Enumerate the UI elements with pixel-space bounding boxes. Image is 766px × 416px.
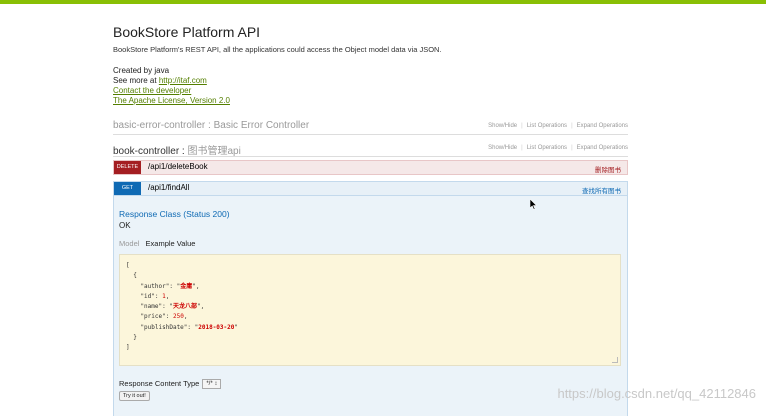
mouse-pointer-icon (529, 197, 538, 215)
created-by: Created by java (113, 66, 170, 75)
show-hide-link[interactable]: Show/Hide (488, 145, 517, 151)
page-description: BookStore Platform's REST API, all the a… (113, 45, 442, 54)
content-type-select[interactable]: */* ↕ (202, 379, 222, 390)
list-operations-link[interactable]: List Operations (527, 145, 567, 151)
example-json: [ { "author": "金庸", "id": 1, "name": "天龙… (126, 262, 238, 352)
controller-description: Basic Error Controller (213, 120, 310, 131)
tab-example-value[interactable]: Example Value (146, 239, 196, 248)
example-name: 天龙八部 (172, 303, 197, 311)
watermark: https://blog.csdn.net/qq_42112846 (557, 386, 756, 401)
content-type-label: Response Content Type (119, 379, 200, 388)
example-value-box[interactable]: [ { "author": "金庸", "id": 1, "name": "天龙… (119, 254, 621, 366)
operation-find-all[interactable]: GET /api1/findAll 查找所有图书 (113, 181, 628, 196)
operation-summary[interactable]: 查找所有图书 (582, 185, 621, 195)
license-link[interactable]: The Apache License, Version 2.0 (113, 96, 230, 105)
operation-summary[interactable]: 删除图书 (595, 164, 621, 174)
operation-path[interactable]: /api1/deleteBook (148, 162, 208, 171)
controller-heading[interactable]: basic-error-controller : Basic Error Con… (113, 120, 309, 131)
example-price: 250 (172, 313, 184, 321)
controller-name[interactable]: book-controller (113, 146, 179, 157)
controller-description: 图书管理api (187, 146, 241, 157)
method-badge-get[interactable]: GET (114, 182, 141, 195)
content-type-value: */* (206, 381, 213, 388)
response-tabs: Model Example Value (119, 239, 195, 248)
contact-developer-link[interactable]: Contact the developer (113, 86, 191, 95)
top-accent-bar (0, 0, 766, 4)
example-author: 金庸 (180, 282, 193, 290)
response-content-type: Response Content Type */* ↕ (119, 379, 222, 390)
controller-name[interactable]: basic-error-controller (113, 120, 205, 131)
expand-operations-link[interactable]: Expand Operations (577, 145, 628, 151)
see-more-line: See more at http://itaf.com (113, 76, 230, 86)
list-operations-link[interactable]: List Operations (527, 123, 567, 129)
see-more-link[interactable]: http://itaf.com (159, 76, 207, 85)
try-it-out-button[interactable]: Try it out! (119, 391, 150, 401)
response-status: OK (119, 221, 131, 230)
tab-model[interactable]: Model (119, 239, 139, 248)
controller-basic-error: basic-error-controller : Basic Error Con… (113, 120, 628, 135)
example-id: 1 (162, 292, 166, 300)
response-class-title: Response Class (Status 200) (119, 209, 230, 219)
api-info: Created by java See more at http://itaf.… (113, 66, 230, 106)
see-more-prefix: See more at (113, 76, 159, 85)
controller-ops: Show/Hide | List Operations | Expand Operati… (488, 123, 628, 129)
expand-operations-link[interactable]: Expand Operations (577, 123, 628, 129)
method-badge-delete[interactable]: DELETE (114, 161, 141, 174)
show-hide-link[interactable]: Show/Hide (488, 123, 517, 129)
controller-ops: Show/Hide | List Operations | Expand Operati… (488, 145, 628, 151)
example-publish-date: 2018-03-20 (198, 323, 235, 331)
controller-heading[interactable]: book-controller : 图书管理api (113, 142, 241, 157)
resize-handle[interactable] (612, 357, 618, 363)
controller-book: book-controller : 图书管理api Show/Hide | List… (113, 142, 628, 157)
operation-content: Response Class (Status 200) OK Model Exa… (113, 196, 628, 416)
page-title: BookStore Platform API (113, 24, 261, 40)
operation-path[interactable]: /api1/findAll (148, 183, 189, 192)
operation-delete-book[interactable]: DELETE /api1/deleteBook 删除图书 (113, 160, 628, 175)
